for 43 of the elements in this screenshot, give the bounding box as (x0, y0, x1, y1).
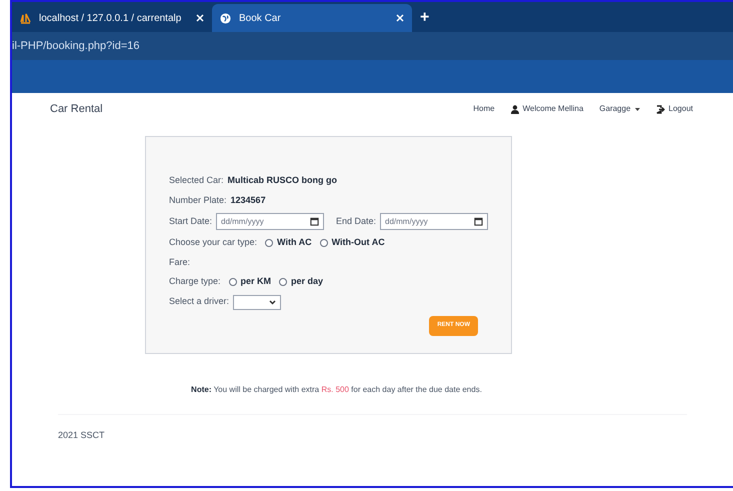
close-icon[interactable] (196, 14, 204, 22)
nav-link[interactable]: Home (473, 103, 495, 115)
field-label: Charge type: (169, 275, 221, 288)
field-label: Fare: (169, 256, 192, 268)
globe-icon (220, 12, 231, 24)
chevron-down-icon (269, 300, 276, 304)
sailboat-icon (20, 12, 31, 24)
note-text: Note: You will be charged with extra Rs. 500 for each day after the due date ends. (190, 384, 483, 396)
browser-tab[interactable]: Book Car (212, 4, 412, 32)
logout-icon (656, 104, 665, 114)
radio-label: per KM (240, 275, 272, 288)
tab-title: localhost / 127.0.0.1 / carrentalp (39, 12, 182, 26)
radio-button[interactable] (279, 278, 288, 286)
caret-icon (634, 108, 640, 110)
radio-button[interactable] (228, 278, 237, 286)
nav-link[interactable]: Logout (656, 103, 693, 115)
calendar-icon (310, 217, 319, 226)
footer-text: 2021 SSCT (57, 429, 106, 442)
date-field[interactable]: dd/mm/yyyy (380, 213, 488, 230)
close-icon[interactable] (396, 14, 404, 22)
field-label: Selected Car: (169, 174, 224, 187)
driver-select[interactable] (233, 294, 282, 310)
radio-label: With-Out AC (332, 236, 385, 249)
new-tab-button[interactable]: + (412, 4, 438, 32)
tab-title: Book Car (239, 12, 282, 26)
field-label: Choose your car type: (169, 236, 258, 249)
field-label: End Date: (336, 214, 376, 228)
calendar-icon (474, 217, 483, 226)
radio-label: With AC (277, 236, 312, 249)
radio-button[interactable] (265, 238, 274, 247)
field-label: Select a driver: (169, 295, 230, 308)
field-value: Multicab RUSCO bong go (228, 174, 338, 187)
nav-link[interactable]: Garagge (599, 103, 640, 115)
nav-link[interactable]: Welcome Mellina (510, 103, 584, 115)
radio-button[interactable] (320, 238, 328, 247)
field-label: Start Date: (169, 214, 212, 228)
address-bar[interactable]: il-PHP/booking.php?id=16 (12, 32, 733, 60)
brand[interactable]: Car Rental (50, 100, 103, 118)
date-field[interactable]: dd/mm/yyyy (216, 213, 324, 230)
radio-label: per day (291, 275, 324, 288)
field-value: 1234567 (230, 194, 266, 206)
user-icon (510, 104, 519, 114)
field-label: Number Plate: (169, 194, 227, 206)
